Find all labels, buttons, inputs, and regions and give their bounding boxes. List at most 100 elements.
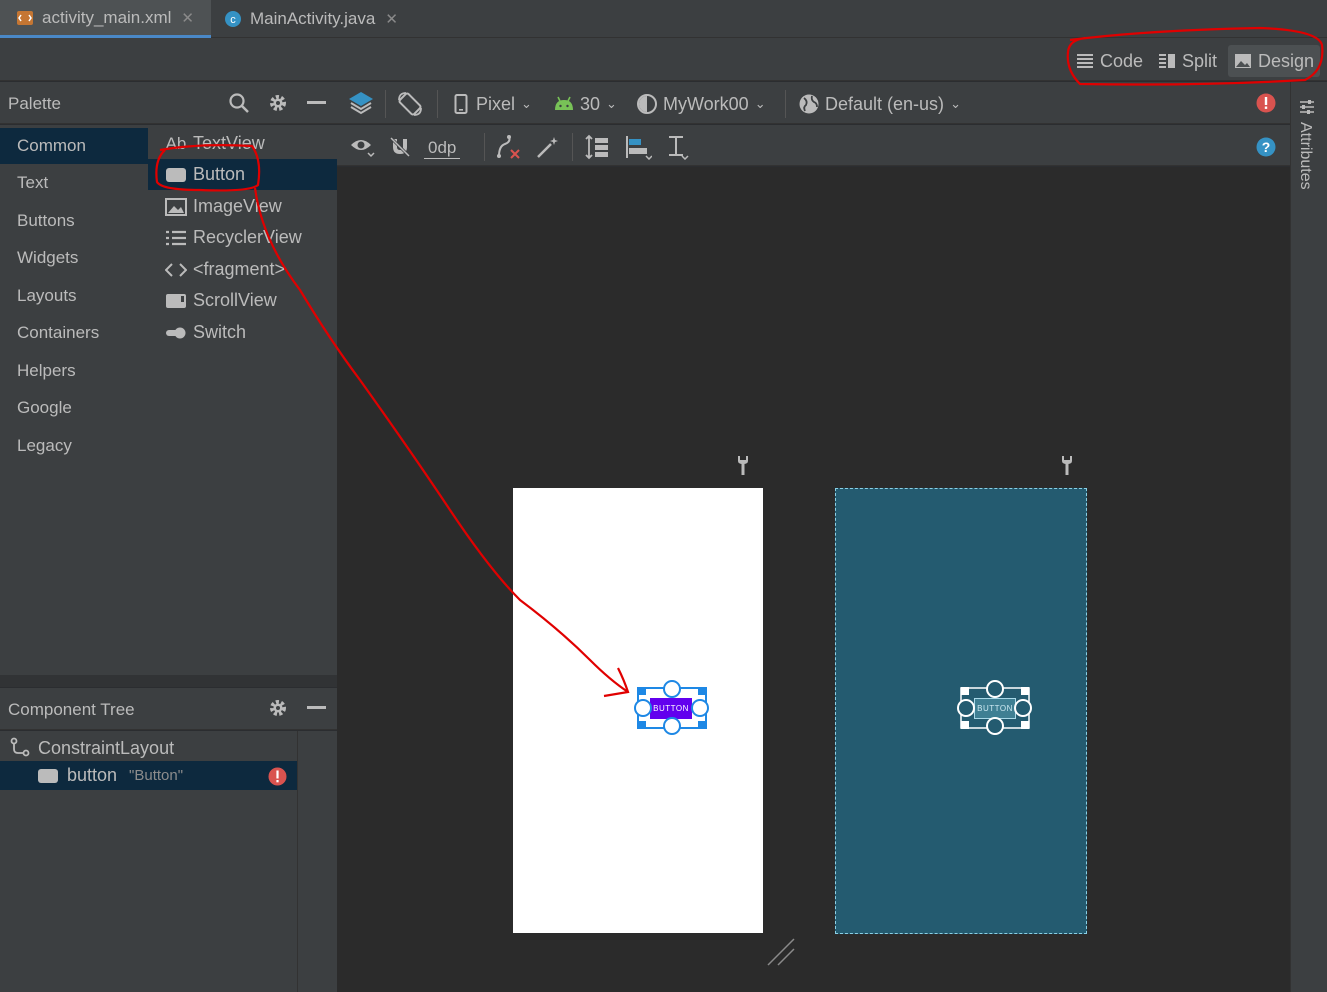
minimize-icon[interactable] <box>307 101 326 104</box>
lines-icon <box>1077 54 1093 68</box>
magic-wand-icon[interactable] <box>535 134 561 160</box>
tree-node-button[interactable]: button "Button" <box>0 761 297 790</box>
close-icon[interactable]: ✕ <box>181 9 194 27</box>
error-icon[interactable] <box>268 767 287 786</box>
theme-icon <box>637 94 657 114</box>
device-selector[interactable]: Pixel ⌄ <box>454 92 532 116</box>
magnet-off-icon[interactable] <box>388 135 412 159</box>
svg-text:c: c <box>230 14 236 26</box>
palette-item-label: <fragment> <box>193 259 286 279</box>
wrench-icon[interactable] <box>735 454 751 476</box>
default-margin-input[interactable]: 0dp <box>424 136 461 160</box>
tab-label: MainActivity.java <box>250 9 376 28</box>
locale-label: Default (en-us) <box>825 93 945 114</box>
palette-item-label: TextView <box>193 133 265 153</box>
palette-title: Palette <box>8 94 61 113</box>
tree-side-panel <box>297 731 337 992</box>
image-icon <box>165 197 187 216</box>
chevron-down-icon: ⌄ <box>754 96 766 111</box>
palette-item-label: Button <box>193 164 246 184</box>
panel-divider[interactable] <box>0 675 337 687</box>
constraint-layout-icon <box>10 737 30 759</box>
align-icon[interactable] <box>624 134 652 160</box>
blueprint-selection-handles[interactable] <box>953 678 1039 738</box>
category-legacy[interactable]: Legacy <box>0 428 148 464</box>
textview-icon: Ab <box>165 133 187 153</box>
split-mode-label: Split <box>1182 50 1218 71</box>
split-icon <box>1159 54 1175 68</box>
palette-item-switch[interactable]: Switch <box>148 317 337 348</box>
minimize-icon[interactable] <box>307 706 326 709</box>
category-buttons[interactable]: Buttons <box>0 203 148 239</box>
java-class-icon: c <box>224 10 242 28</box>
gear-icon[interactable] <box>267 92 289 114</box>
layers-icon[interactable] <box>347 89 375 117</box>
gear-icon[interactable] <box>267 697 289 719</box>
constraint-toolbar <box>337 125 1290 166</box>
device-label: Pixel <box>476 93 516 114</box>
error-icon[interactable] <box>1256 93 1276 113</box>
palette-item-label: Switch <box>193 322 247 342</box>
guidelines-icon[interactable] <box>665 134 691 160</box>
design-mode-label: Design <box>1258 50 1315 71</box>
palette-item-button[interactable]: Button <box>148 159 337 190</box>
wrench-icon[interactable] <box>1059 454 1075 476</box>
palette-item-fragment[interactable]: <fragment> <box>148 254 337 285</box>
attributes-tab[interactable]: Attributes <box>1296 122 1314 190</box>
margin-value: 0dp <box>424 138 461 159</box>
attributes-rail <box>1290 82 1327 992</box>
chevron-down-icon: ⌄ <box>950 96 961 111</box>
code-mode-button[interactable]: Code <box>1070 45 1149 77</box>
close-icon[interactable]: ✕ <box>385 10 398 28</box>
design-canvas[interactable] <box>337 167 1290 992</box>
image-icon <box>1235 54 1251 68</box>
palette-item-textview[interactable]: Ab TextView <box>148 128 337 159</box>
category-layouts[interactable]: Layouts <box>0 278 148 314</box>
resize-handle-icon[interactable] <box>766 937 796 967</box>
split-mode-button[interactable]: Split <box>1152 45 1223 77</box>
layout-xml-icon <box>16 9 34 27</box>
locale-selector[interactable]: Default (en-us) ⌄ <box>798 92 961 116</box>
selection-handles[interactable] <box>630 678 716 738</box>
api-level-selector[interactable]: 30 ⌄ <box>553 92 617 116</box>
code-mode-label: Code <box>1100 50 1144 71</box>
category-text[interactable]: Text <box>0 165 148 201</box>
category-containers[interactable]: Containers <box>0 315 148 351</box>
scrollview-icon <box>165 292 187 310</box>
chevron-down-icon: ⌄ <box>606 96 617 111</box>
sliders-icon[interactable] <box>1298 98 1316 116</box>
design-mode-button[interactable]: Design <box>1228 45 1321 77</box>
category-helpers[interactable]: Helpers <box>0 353 148 389</box>
chevron-down-icon: ⌄ <box>521 96 532 111</box>
category-widgets[interactable]: Widgets <box>0 240 148 276</box>
tab-activity-main-xml[interactable]: activity_main.xml ✕ <box>0 0 211 38</box>
palette-item-label: ScrollView <box>193 290 277 310</box>
switch-icon <box>165 324 187 342</box>
tree-node-id: button <box>67 765 118 785</box>
tab-main-activity-java[interactable]: c MainActivity.java ✕ <box>224 0 424 38</box>
rotate-orientation-icon[interactable] <box>396 90 424 118</box>
category-google[interactable]: Google <box>0 390 148 426</box>
code-brackets-icon <box>165 261 187 279</box>
category-common[interactable]: Common <box>0 128 148 164</box>
search-icon[interactable] <box>228 92 250 114</box>
palette-item-label: ImageView <box>193 196 282 216</box>
help-icon[interactable]: ? <box>1256 137 1276 157</box>
api-level-label: 30 <box>580 93 601 114</box>
palette-item-imageview[interactable]: ImageView <box>148 191 337 222</box>
globe-icon <box>799 94 819 114</box>
theme-label: MyWork00 <box>663 93 749 114</box>
button-icon <box>37 768 59 784</box>
pack-icon[interactable] <box>584 134 610 160</box>
palette-item-label: RecyclerView <box>193 227 302 247</box>
palette-item-scrollview[interactable]: ScrollView <box>148 285 337 316</box>
component-tree-title: Component Tree <box>8 700 135 719</box>
theme-selector[interactable]: MyWork00 ⌄ <box>636 92 766 116</box>
android-icon <box>555 96 573 110</box>
eye-icon[interactable] <box>349 136 375 158</box>
tree-node-constraintlayout[interactable]: ConstraintLayout <box>10 735 174 761</box>
palette-item-recyclerview[interactable]: RecyclerView <box>148 222 337 253</box>
tab-label: activity_main.xml <box>42 7 172 27</box>
phone-icon <box>454 94 468 114</box>
clear-constraints-icon[interactable] <box>495 134 521 160</box>
